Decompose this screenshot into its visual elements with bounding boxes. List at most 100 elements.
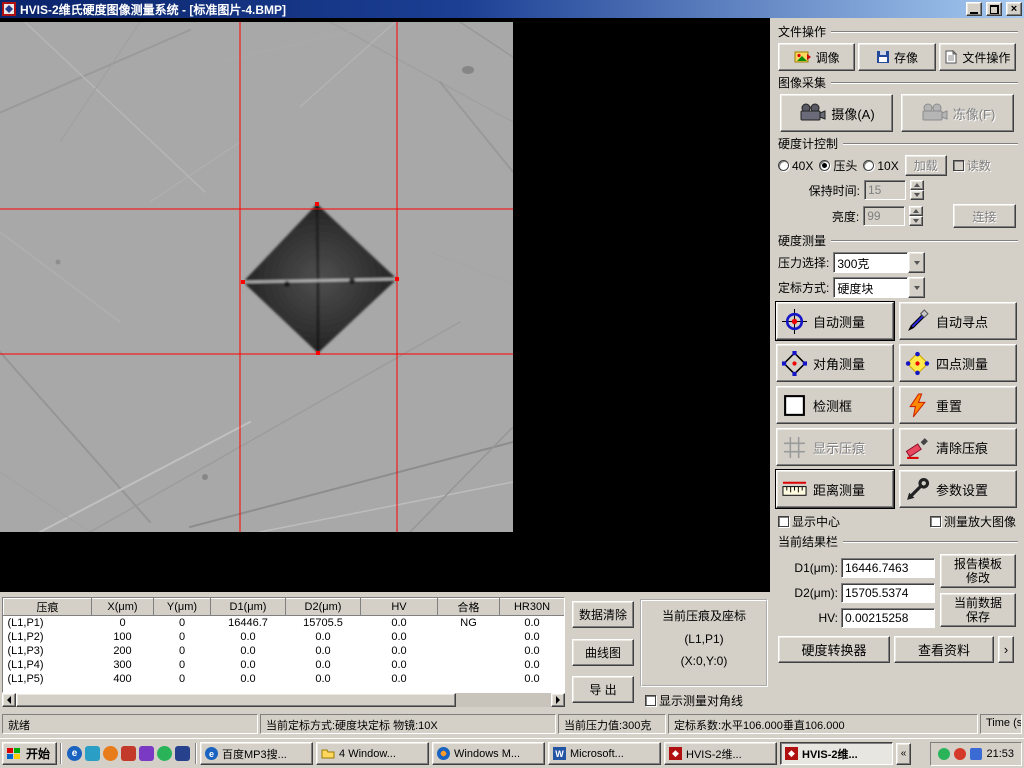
ql-ie-icon[interactable]: e (67, 746, 82, 761)
task-baidu-mp3[interactable]: e 百度MP3搜... (200, 742, 313, 765)
task-hvis-2-active[interactable]: ◆ HVIS-2维... (780, 742, 893, 765)
export-button[interactable]: 导 出 (572, 676, 634, 703)
separator (843, 541, 1018, 543)
read-checkbox[interactable]: 读数 (953, 157, 991, 174)
hold-time-field[interactable]: 15 (864, 180, 906, 200)
word-icon: W (553, 747, 566, 760)
taskbar-chevron-button[interactable]: « (896, 743, 911, 765)
column-header[interactable]: 压痕 (4, 599, 92, 616)
scroll-left-button[interactable] (2, 693, 16, 707)
ql-media-player-icon[interactable] (103, 746, 118, 761)
hv-value-field[interactable]: 0.00215258 (841, 608, 935, 628)
view-documentation-button[interactable]: 查看资料 (894, 636, 994, 663)
column-header[interactable]: Y(μm) (154, 599, 211, 616)
table-cell: 0 (154, 658, 211, 672)
detect-frame-button[interactable]: 检测框 (776, 386, 894, 424)
column-header[interactable]: HV (361, 599, 438, 616)
radio-indenter[interactable]: 压头 (819, 157, 857, 174)
ql-messenger-icon[interactable] (157, 746, 172, 761)
adjust-image-button[interactable]: 调像 (778, 43, 855, 71)
ql-browser-icon[interactable] (121, 746, 136, 761)
table-row[interactable]: (L1,P4)30000.00.00.00.0 (4, 658, 565, 672)
table-row[interactable]: (L1,P1)0016446.715705.50.0NG0.0 (4, 616, 565, 630)
radio-10x[interactable]: 10X (863, 159, 898, 173)
live-video-button[interactable]: 摄像(A) (780, 94, 893, 132)
distance-measure-button[interactable]: 距离测量 (776, 470, 894, 508)
taskbar-divider (60, 743, 62, 764)
image-display-area[interactable] (0, 18, 770, 592)
table-cell: (L1,P5) (4, 672, 92, 686)
task-windows-group[interactable]: 4 Window... (316, 742, 429, 765)
four-point-measure-button[interactable]: 四点测量 (899, 344, 1017, 382)
brightness-spinner[interactable] (909, 206, 923, 226)
report-template-button[interactable]: 报告模板 修改 (940, 554, 1016, 588)
show-center-checkbox[interactable]: 显示中心 (778, 513, 840, 530)
tray-clock: 21:53 (986, 748, 1014, 760)
calibration-mode-select[interactable]: 硬度块 (833, 277, 925, 298)
tray-alert-icon[interactable] (954, 748, 966, 760)
hold-time-spinner[interactable] (910, 180, 924, 200)
adjust-image-icon (794, 50, 812, 64)
column-header[interactable]: X(μm) (92, 599, 154, 616)
column-header[interactable]: 合格 (438, 599, 500, 616)
parameter-settings-button[interactable]: 参数设置 (899, 470, 1017, 508)
table-cell: 0.0 (361, 630, 438, 644)
column-header[interactable]: HR30N (500, 599, 565, 616)
close-button[interactable]: × (1006, 2, 1022, 16)
auto-measure-button[interactable]: 自动测量 (776, 302, 894, 340)
ql-music-icon[interactable] (175, 746, 190, 761)
pressure-select-value: 300克 (833, 252, 908, 273)
d1-value-field[interactable]: 16446.7463 (841, 558, 935, 578)
table-horizontal-scrollbar[interactable] (2, 693, 565, 707)
ql-mail-icon[interactable] (139, 746, 154, 761)
tray-antivirus-icon[interactable] (938, 748, 950, 760)
d2-label: D2(μm): (778, 586, 838, 600)
specimen-image[interactable] (0, 22, 513, 532)
table-cell: 0.0 (500, 630, 565, 644)
table-cell: 0.0 (361, 644, 438, 658)
freeze-frame-button[interactable]: 冻像(F) (901, 94, 1014, 132)
task-windows-media[interactable]: Windows M... (432, 742, 545, 765)
d2-value-field[interactable]: 15705.5374 (841, 583, 935, 603)
ql-show-desktop-icon[interactable] (85, 746, 100, 761)
table-row[interactable]: (L1,P2)10000.00.00.00.0 (4, 630, 565, 644)
start-button[interactable]: 开始 (2, 742, 57, 765)
show-indent-button[interactable]: 显示压痕 (776, 428, 894, 466)
column-header[interactable]: D1(μm) (211, 599, 286, 616)
status-calibration-mode: 当前定标方式:硬度块定标 物镜:10X (260, 714, 556, 734)
app-icon (2, 2, 16, 16)
load-button[interactable]: 加载 (905, 155, 947, 176)
auto-find-point-button[interactable]: 自动寻点 (899, 302, 1017, 340)
save-image-button[interactable]: 存像 (858, 43, 935, 71)
clear-indent-icon (905, 435, 930, 460)
magnify-measure-checkbox[interactable]: 测量放大图像 (930, 513, 1016, 530)
restore-button[interactable] (986, 2, 1002, 16)
scroll-right-button[interactable] (551, 693, 565, 707)
save-current-data-button[interactable]: 当前数据 保存 (940, 593, 1016, 627)
results-table[interactable]: 压痕X(μm)Y(μm)D1(μm)D2(μm)HV合格HR30N (L1,P1… (2, 597, 565, 693)
brightness-field[interactable]: 99 (863, 206, 905, 226)
diagonal-measure-button[interactable]: 对角测量 (776, 344, 894, 382)
titlebar[interactable]: HVIS-2维氏硬度图像测量系统 - [标准图片-4.BMP] × (0, 0, 1024, 18)
clear-data-button[interactable]: 数据清除 (572, 601, 634, 628)
hardness-converter-button[interactable]: 硬度转换器 (778, 636, 890, 663)
task-microsoft[interactable]: W Microsoft... (548, 742, 661, 765)
curve-chart-button[interactable]: 曲线图 (572, 639, 634, 666)
reset-button[interactable]: 重置 (899, 386, 1017, 424)
tray-network-icon[interactable] (970, 748, 982, 760)
table-cell (438, 672, 500, 686)
freeze-frame-label: 冻像(F) (953, 104, 996, 123)
scrollbar-thumb[interactable] (16, 693, 456, 707)
table-row[interactable]: (L1,P5)40000.00.00.00.0 (4, 672, 565, 686)
more-arrow-button[interactable]: › (998, 636, 1014, 663)
minimize-button[interactable] (966, 2, 982, 16)
file-operations-button[interactable]: 文件操作 (939, 43, 1016, 71)
clear-indent-button[interactable]: 清除压痕 (899, 428, 1017, 466)
column-header[interactable]: D2(μm) (286, 599, 361, 616)
pressure-select[interactable]: 300克 (833, 252, 925, 273)
show-diagonal-checkbox[interactable]: 显示测量对角线 (645, 692, 743, 709)
table-row[interactable]: (L1,P3)20000.00.00.00.0 (4, 644, 565, 658)
connect-button[interactable]: 连接 (953, 204, 1016, 228)
radio-40x[interactable]: 40X (778, 159, 813, 173)
task-hvis-1[interactable]: ◆ HVIS-2维... (664, 742, 777, 765)
